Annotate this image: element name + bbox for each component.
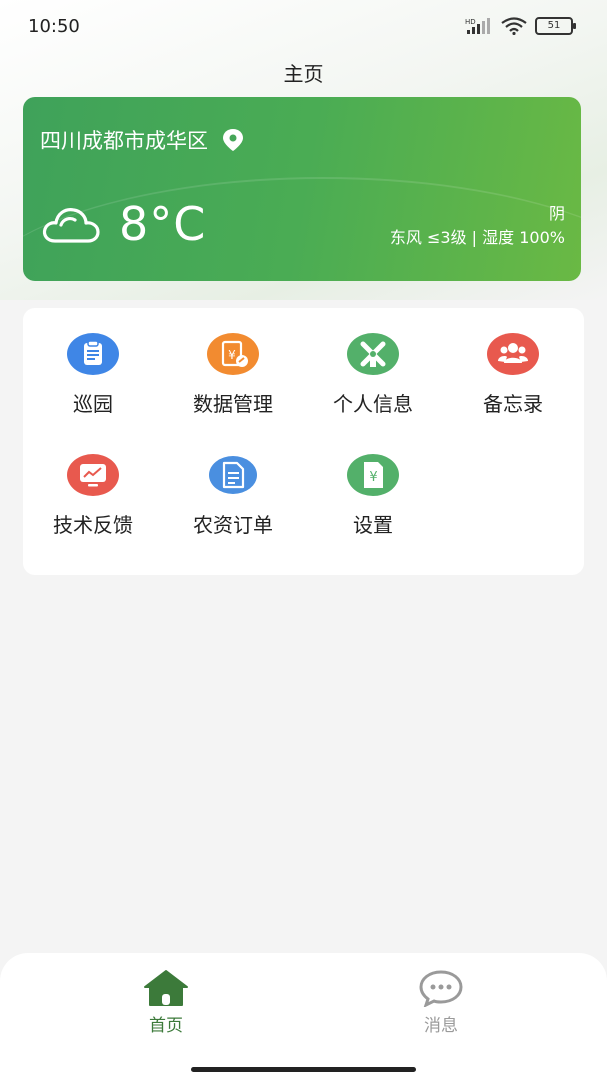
menu-item-personal-info[interactable]: 个人信息	[303, 332, 443, 417]
home-icon	[144, 970, 188, 1006]
menu-label: 数据管理	[193, 392, 273, 416]
status-bar: 10:50 HD 51	[0, 0, 607, 44]
svg-text:¥: ¥	[228, 348, 236, 362]
yuan-file-icon: ¥	[347, 454, 399, 496]
menu-label: 备忘录	[483, 392, 543, 416]
battery-indicator: 51	[535, 17, 576, 35]
signal-icon: HD	[465, 18, 490, 34]
menu-item-data-management[interactable]: ¥ 数据管理	[163, 332, 303, 417]
chat-icon	[419, 970, 463, 1007]
wind-humidity: 东风 ≤3级 | 湿度 100%	[389, 228, 565, 247]
battery-level: 51	[547, 20, 561, 31]
page-title: 主页	[283, 62, 324, 86]
menu-label: 设置	[353, 513, 393, 537]
menu-item-settings[interactable]: ¥ 设置	[303, 453, 443, 538]
windmill-icon	[347, 333, 399, 375]
menu-label: 个人信息	[333, 392, 413, 416]
temperature: 8°C	[119, 197, 207, 251]
document-icon	[209, 456, 257, 494]
function-grid: 巡园 ¥ 数据管理 个人信息 备忘录 技术反馈 农资订单 ¥ 设置	[23, 308, 584, 575]
menu-label: 农资订单	[193, 513, 273, 537]
location-pin-icon	[223, 129, 243, 151]
wifi-icon	[501, 17, 527, 35]
status-icons: HD 51	[465, 17, 576, 35]
bottom-nav: 首页 消息	[0, 953, 607, 1080]
location-text: 四川成都市成华区	[40, 129, 208, 153]
weather-condition: 阴	[548, 204, 565, 223]
nav-home[interactable]: 首页	[106, 969, 226, 1036]
monitor-chart-icon	[67, 454, 119, 496]
clipboard-icon	[67, 333, 119, 375]
location[interactable]: 四川成都市成华区	[40, 125, 244, 155]
status-time: 10:50	[28, 16, 80, 37]
menu-item-tech-feedback[interactable]: 技术反馈	[23, 453, 163, 538]
yuan-document-icon: ¥	[207, 333, 259, 375]
menu-label: 巡园	[73, 392, 113, 416]
group-icon	[487, 333, 539, 375]
nav-label: 首页	[149, 1016, 183, 1036]
weather-main: 8°C	[41, 197, 206, 251]
menu-item-patrol[interactable]: 巡园	[23, 332, 163, 417]
weather-card[interactable]: 四川成都市成华区 8°C 阴 东风 ≤3级 | 湿度 100%	[23, 97, 581, 281]
cloud-icon	[42, 208, 100, 243]
network-badge: HD	[465, 18, 476, 26]
nav-messages[interactable]: 消息	[381, 969, 501, 1036]
menu-item-memo[interactable]: 备忘录	[443, 332, 583, 417]
nav-label: 消息	[424, 1016, 458, 1036]
home-indicator[interactable]	[191, 1067, 416, 1072]
svg-text:¥: ¥	[369, 470, 377, 485]
menu-label: 技术反馈	[53, 513, 133, 537]
menu-item-agri-orders[interactable]: 农资订单	[163, 453, 303, 538]
